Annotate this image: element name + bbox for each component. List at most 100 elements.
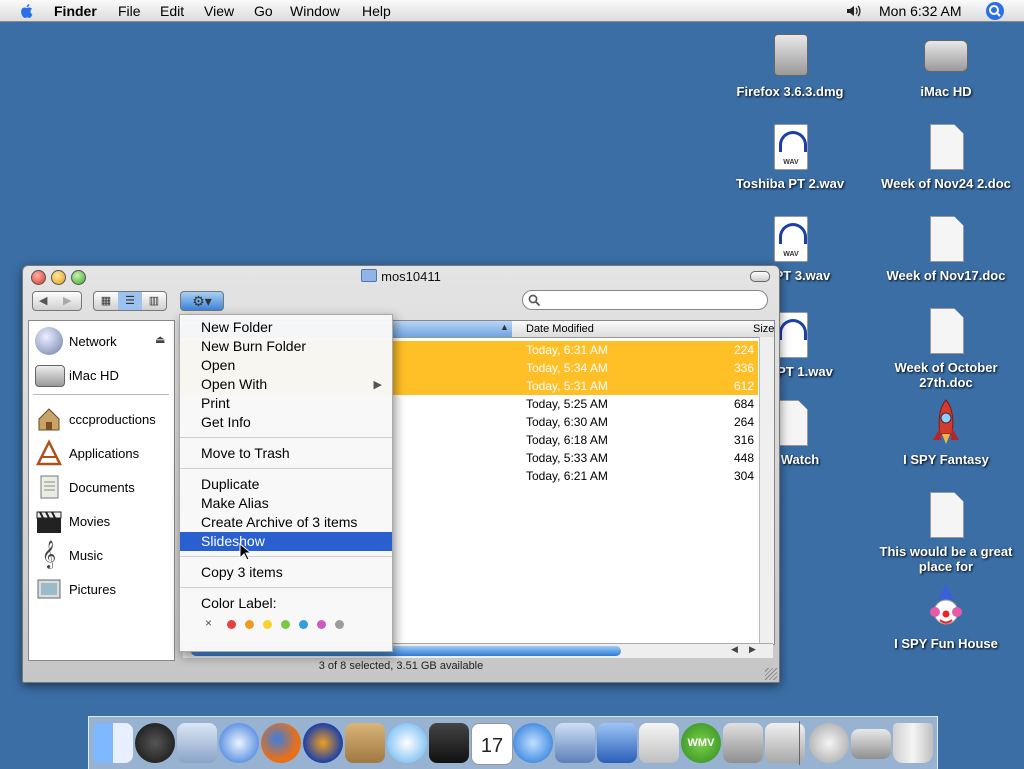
desktop-icon-week-oct27[interactable]: Week of October 27th.doc: [871, 306, 1021, 390]
itunes-icon[interactable]: [387, 723, 427, 763]
menu-file[interactable]: File: [118, 3, 141, 19]
column-view-icon[interactable]: ▥: [142, 292, 166, 310]
sidebar-item-home[interactable]: cccproductions: [35, 405, 170, 433]
menu-item-open[interactable]: Open: [180, 356, 392, 375]
menu-item-slideshow[interactable]: Slideshow: [180, 532, 392, 551]
eject-icon[interactable]: ⏏: [155, 333, 165, 346]
row-date: Today, 6:21 AM: [526, 469, 608, 483]
sidebar-item-network[interactable]: Network ⏏: [35, 327, 170, 355]
network-icon[interactable]: [809, 723, 849, 763]
vertical-scrollbar[interactable]: [759, 337, 774, 644]
menu-view[interactable]: View: [204, 3, 234, 19]
menu-item-move-to-trash[interactable]: Move to Trash: [180, 444, 392, 463]
sidebar-item-documents[interactable]: Documents: [35, 473, 170, 501]
desktop-icon-label: This would be a great place for: [879, 544, 1013, 574]
trash-icon[interactable]: [893, 723, 933, 763]
finder-icon[interactable]: [93, 723, 133, 763]
scroll-left-arrow-icon[interactable]: ◀: [731, 644, 738, 655]
wmv-player-icon[interactable]: WMV: [681, 723, 721, 763]
sidebar-item-movies[interactable]: Movies: [35, 507, 170, 535]
safari-icon[interactable]: [219, 723, 259, 763]
gear-icon: ⚙▾: [192, 293, 212, 309]
sidebar-item-pictures[interactable]: Pictures: [35, 575, 170, 603]
menu-item-make-alias[interactable]: Make Alias: [180, 494, 392, 513]
color-label-green[interactable]: [281, 620, 290, 629]
dashboard-icon[interactable]: [135, 723, 175, 763]
no-label-x-icon[interactable]: ×: [205, 616, 212, 630]
action-menu-button[interactable]: ⚙▾: [180, 291, 224, 311]
desktop-icon-week-nov24[interactable]: Week of Nov24 2.doc: [871, 122, 1021, 191]
icon-view-icon[interactable]: ▦: [94, 292, 118, 310]
row-size: 448: [733, 451, 754, 465]
menu-item-get-info[interactable]: Get Info: [180, 413, 392, 432]
row-date: Today, 6:31 AM: [526, 343, 608, 357]
color-label-yellow[interactable]: [263, 620, 272, 629]
imovie-icon[interactable]: [429, 723, 469, 763]
desktop-icon-toshiba-pt2[interactable]: WAV Toshiba PT 2.wav: [715, 122, 865, 191]
search-field[interactable]: [522, 290, 768, 310]
menu-item-create-archive[interactable]: Create Archive of 3 items: [180, 513, 392, 532]
menu-window[interactable]: Window: [290, 3, 340, 19]
scroll-right-arrow-icon[interactable]: ▶: [749, 644, 756, 655]
sidebar-item-music[interactable]: 𝄞 Music: [35, 541, 170, 569]
volume-icon[interactable]: [845, 3, 861, 19]
menu-item-new-burn-folder[interactable]: New Burn Folder: [180, 337, 392, 356]
menu-item-new-folder[interactable]: New Folder: [180, 318, 392, 337]
color-label-gray[interactable]: [335, 620, 344, 629]
presentation-icon[interactable]: [597, 723, 637, 763]
audacity-icon[interactable]: [303, 723, 343, 763]
address-book-icon[interactable]: [345, 723, 385, 763]
menubar-clock[interactable]: Mon 6:32 AM: [879, 3, 962, 19]
wav-audio-icon: WAV: [766, 122, 814, 172]
xcode-icon[interactable]: [639, 723, 679, 763]
color-label-orange[interactable]: [245, 620, 254, 629]
network-globe-icon: [35, 327, 63, 355]
color-label-blue[interactable]: [299, 620, 308, 629]
sidebar-item-imac-hd[interactable]: iMac HD: [35, 361, 170, 389]
desktop-icon-i-spy-fun-house[interactable]: I SPY Fun House: [871, 582, 1021, 651]
desktop-icon-great-place[interactable]: This would be a great place for: [871, 490, 1021, 574]
menu-go[interactable]: Go: [254, 3, 273, 19]
resize-grip[interactable]: [765, 668, 777, 680]
menu-help[interactable]: Help: [362, 3, 391, 19]
firefox-icon[interactable]: [261, 723, 301, 763]
column-header-size[interactable]: Size: [753, 323, 774, 335]
desktop-icon-i-spy-fantasy[interactable]: I SPY Fantasy: [871, 398, 1021, 467]
apple-menu-icon[interactable]: [18, 2, 36, 20]
menu-item-duplicate[interactable]: Duplicate: [180, 475, 392, 494]
hard-drive-icon[interactable]: [851, 729, 891, 759]
quicktime-icon[interactable]: [513, 723, 553, 763]
list-view-icon[interactable]: ☰: [118, 292, 142, 310]
keynote-icon[interactable]: [555, 723, 595, 763]
menu-item-copy-items[interactable]: Copy 3 items: [180, 563, 392, 582]
desktop-icon-label: Toshiba PT 2.wav: [735, 176, 845, 191]
menu-app-finder[interactable]: Finder: [54, 3, 97, 19]
forward-arrow-icon[interactable]: ▶: [63, 292, 71, 310]
ical-day: 17: [480, 735, 504, 757]
mouse-cursor-icon: [239, 543, 251, 561]
row-size: 224: [733, 343, 754, 357]
spotlight-icon[interactable]: [986, 2, 1004, 20]
desktop-icon-firefox-dmg[interactable]: Firefox 3.6.3.dmg: [715, 30, 865, 99]
desktop-icon-week-nov17[interactable]: Week of Nov17.doc: [871, 214, 1021, 283]
document-icon: [922, 306, 970, 356]
documents-icon: [35, 473, 63, 501]
color-label-purple[interactable]: [317, 620, 326, 629]
folder-icon: [361, 269, 378, 282]
sidebar-item-applications[interactable]: Applications: [35, 439, 170, 467]
mail-icon[interactable]: [177, 723, 217, 763]
system-preferences-icon[interactable]: [723, 723, 763, 763]
row-date: Today, 5:33 AM: [526, 451, 608, 465]
menu-edit[interactable]: Edit: [160, 3, 184, 19]
menu-item-print[interactable]: Print: [180, 394, 392, 413]
ical-icon[interactable]: 17: [471, 723, 513, 765]
column-header-date-modified[interactable]: Date Modified: [526, 323, 594, 335]
menu-item-open-with[interactable]: Open With ▶: [180, 375, 392, 394]
toolbar-toggle-button[interactable]: [750, 271, 770, 282]
desktop-icon-imac-hd[interactable]: iMac HD: [871, 30, 1021, 99]
document-icon: [922, 490, 970, 540]
back-arrow-icon[interactable]: ◀: [39, 292, 47, 310]
search-icon: [528, 294, 541, 307]
dmg-icon: [766, 30, 814, 80]
color-label-red[interactable]: [227, 620, 236, 629]
